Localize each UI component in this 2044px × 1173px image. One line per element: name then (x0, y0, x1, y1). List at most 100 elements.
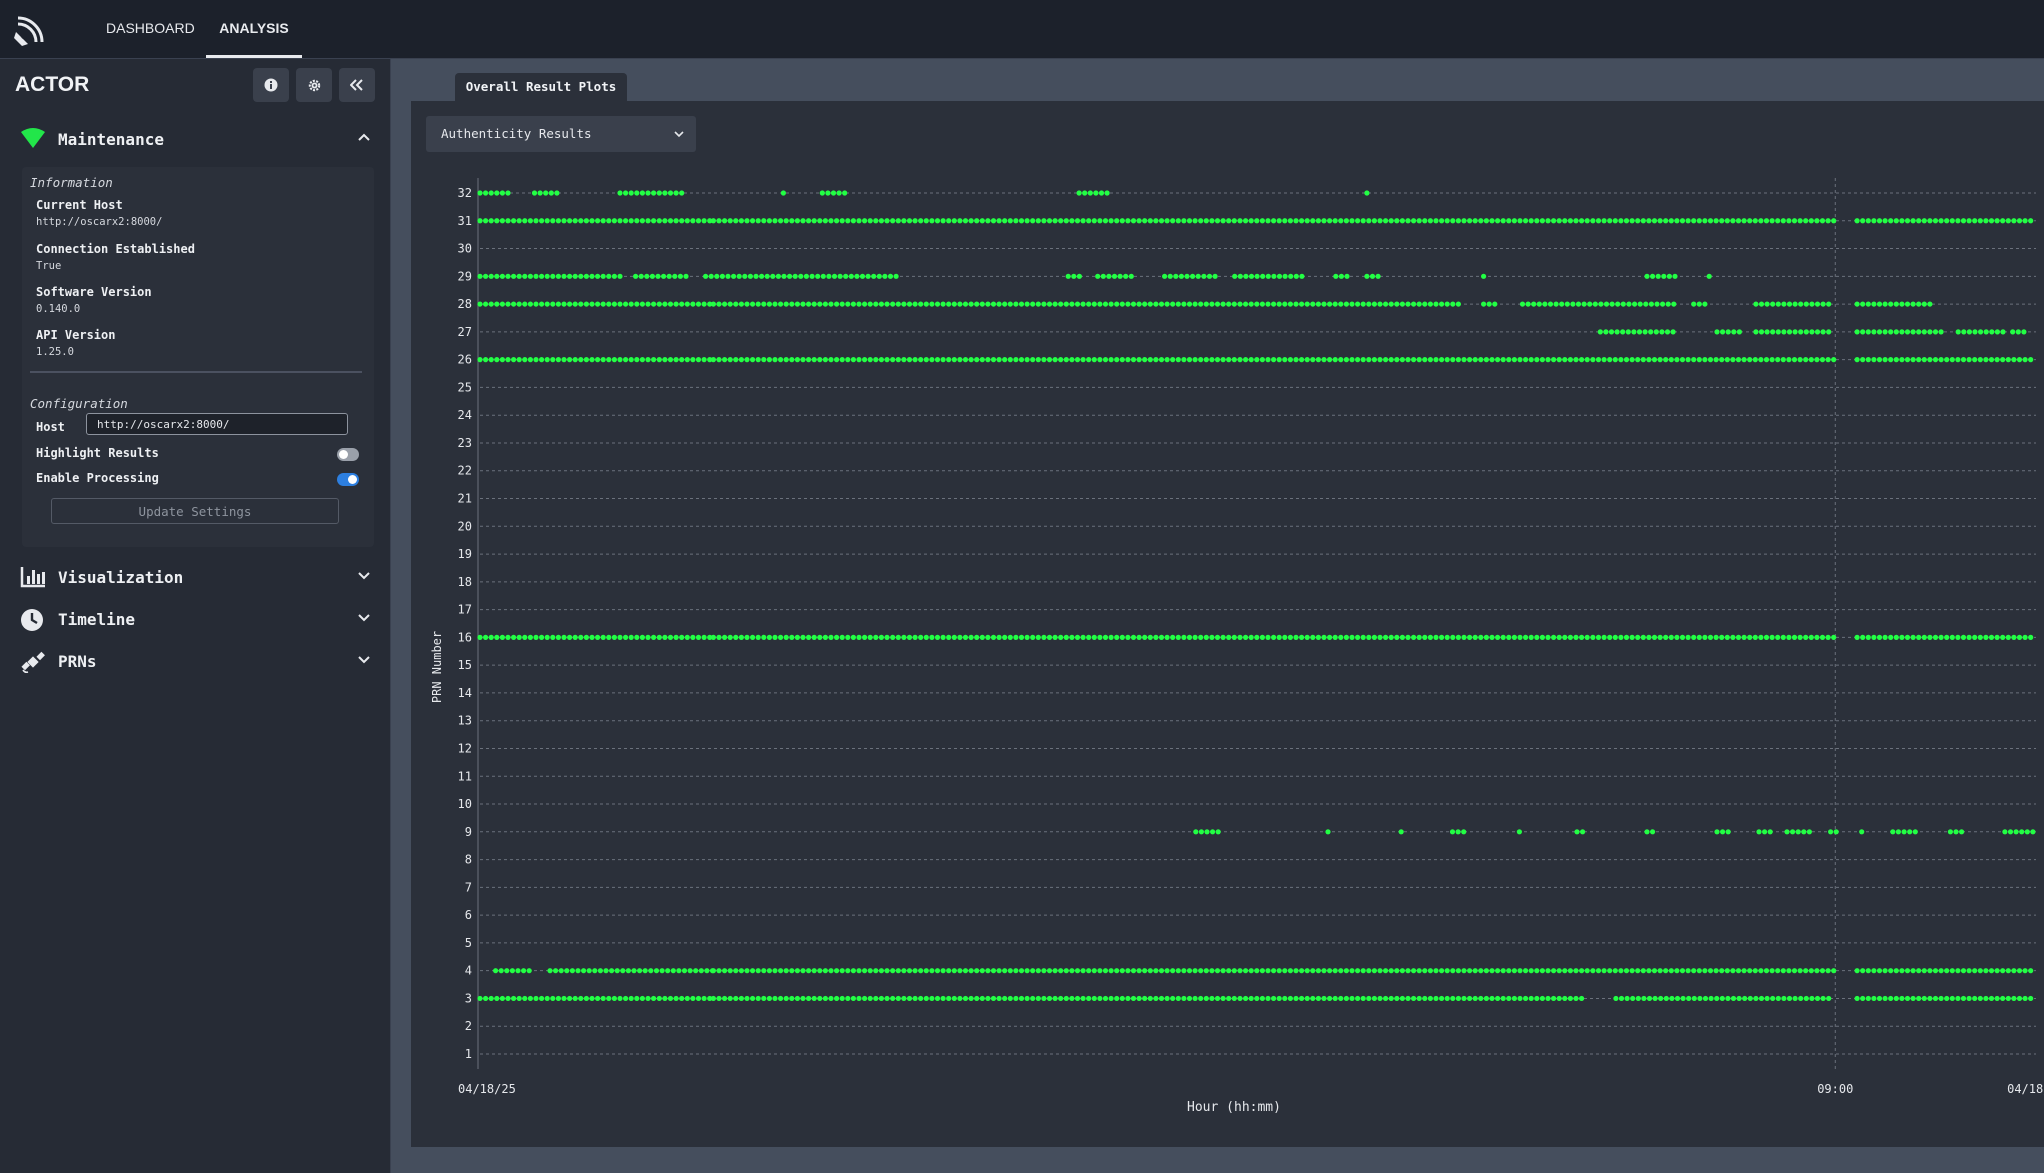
data-point (533, 634, 539, 640)
data-point (1349, 968, 1355, 974)
data-point (1893, 995, 1899, 1002)
data-point (1806, 829, 1812, 835)
data-point (679, 190, 685, 196)
data-point (1327, 968, 1333, 974)
data-point (2000, 329, 2006, 335)
nav-tab-analysis[interactable]: ANALYSIS (206, 0, 302, 58)
data-point (1310, 218, 1316, 224)
data-point (1679, 634, 1686, 640)
data-point (1573, 218, 1579, 224)
settings-button[interactable] (296, 68, 332, 102)
data-point (1932, 968, 1939, 974)
data-point (962, 357, 969, 363)
section-timeline-header[interactable]: Timeline (18, 604, 370, 638)
data-point (1988, 357, 1995, 363)
data-point (2007, 829, 2014, 835)
data-point (1511, 357, 1517, 363)
data-point (600, 301, 606, 307)
data-point (1399, 968, 1405, 974)
data-point (2011, 218, 2017, 224)
data-point (1108, 634, 1114, 640)
data-point (1685, 634, 1691, 640)
data-point (1707, 357, 1714, 363)
data-point (1030, 968, 1036, 974)
data-point (1364, 273, 1370, 279)
data-point (951, 301, 957, 307)
data-point (856, 218, 862, 224)
data-point (1276, 995, 1282, 1002)
data-point (1797, 634, 1803, 640)
update-settings-button[interactable]: Update Settings (51, 498, 339, 524)
tab-overall-result-plots[interactable]: Overall Result Plots (455, 73, 627, 101)
section-maintenance-header[interactable]: Maintenance (18, 124, 370, 158)
data-point (1803, 329, 1809, 335)
data-point (1450, 995, 1456, 1002)
data-point (550, 301, 556, 307)
data-point (1209, 357, 1215, 363)
data-point (862, 995, 868, 1002)
data-point (884, 634, 890, 640)
data-point (1674, 968, 1680, 974)
data-point (516, 218, 522, 224)
top-nav-bar: DASHBOARD ANALYSIS (0, 0, 2044, 59)
satellite-dish-logo-icon[interactable] (12, 10, 50, 48)
data-point (1170, 995, 1176, 1002)
data-point (634, 634, 640, 640)
data-point (1271, 357, 1277, 363)
data-point (516, 301, 522, 307)
data-point (1865, 329, 1871, 335)
highlight-results-toggle[interactable] (337, 448, 359, 461)
host-input[interactable]: http://oscarx2:8000/ (86, 413, 348, 435)
data-point (834, 218, 840, 224)
data-point (828, 968, 834, 974)
data-point (1562, 634, 1568, 640)
data-point (1575, 301, 1582, 307)
data-point (775, 273, 781, 279)
data-point (1467, 968, 1473, 974)
data-point (1620, 301, 1626, 307)
data-point (522, 995, 528, 1002)
data-point (1265, 273, 1271, 279)
data-point (567, 995, 573, 1002)
data-point (537, 190, 543, 196)
section-visualization-header[interactable]: Visualization (18, 562, 370, 596)
data-point (761, 301, 767, 307)
data-point (1651, 218, 1658, 224)
data-point (1449, 829, 1456, 835)
data-point (1620, 329, 1626, 335)
data-point (1579, 218, 1585, 224)
data-point (996, 968, 1002, 974)
data-point (1422, 218, 1428, 224)
collapse-sidebar-button[interactable] (339, 68, 375, 102)
data-point (690, 357, 696, 363)
data-point (603, 968, 609, 974)
data-point (1921, 218, 1927, 224)
data-point (929, 968, 935, 974)
data-point (1153, 357, 1159, 363)
data-point (1214, 301, 1221, 307)
info-button[interactable] (253, 68, 289, 102)
data-point (1287, 634, 1293, 640)
data-point (798, 273, 804, 279)
data-point (1063, 995, 1069, 1002)
data-point (1966, 218, 1972, 224)
data-point (859, 273, 866, 279)
data-point (1612, 357, 1618, 363)
data-point (1422, 968, 1428, 974)
data-point (648, 968, 654, 974)
data-point (1074, 218, 1081, 224)
data-point (1525, 301, 1531, 307)
data-point (1119, 968, 1125, 974)
data-point (968, 968, 974, 974)
enable-processing-toggle[interactable] (337, 473, 359, 486)
data-point (548, 190, 554, 196)
data-point (550, 995, 556, 1002)
data-point (1170, 968, 1176, 974)
data-point (1299, 634, 1305, 640)
data-point (873, 968, 879, 974)
data-point (2016, 995, 2023, 1002)
data-point (531, 190, 538, 196)
section-prns-header[interactable]: PRNs (18, 646, 370, 680)
nav-tab-dashboard[interactable]: DASHBOARD (106, 0, 195, 58)
data-point (539, 357, 545, 363)
